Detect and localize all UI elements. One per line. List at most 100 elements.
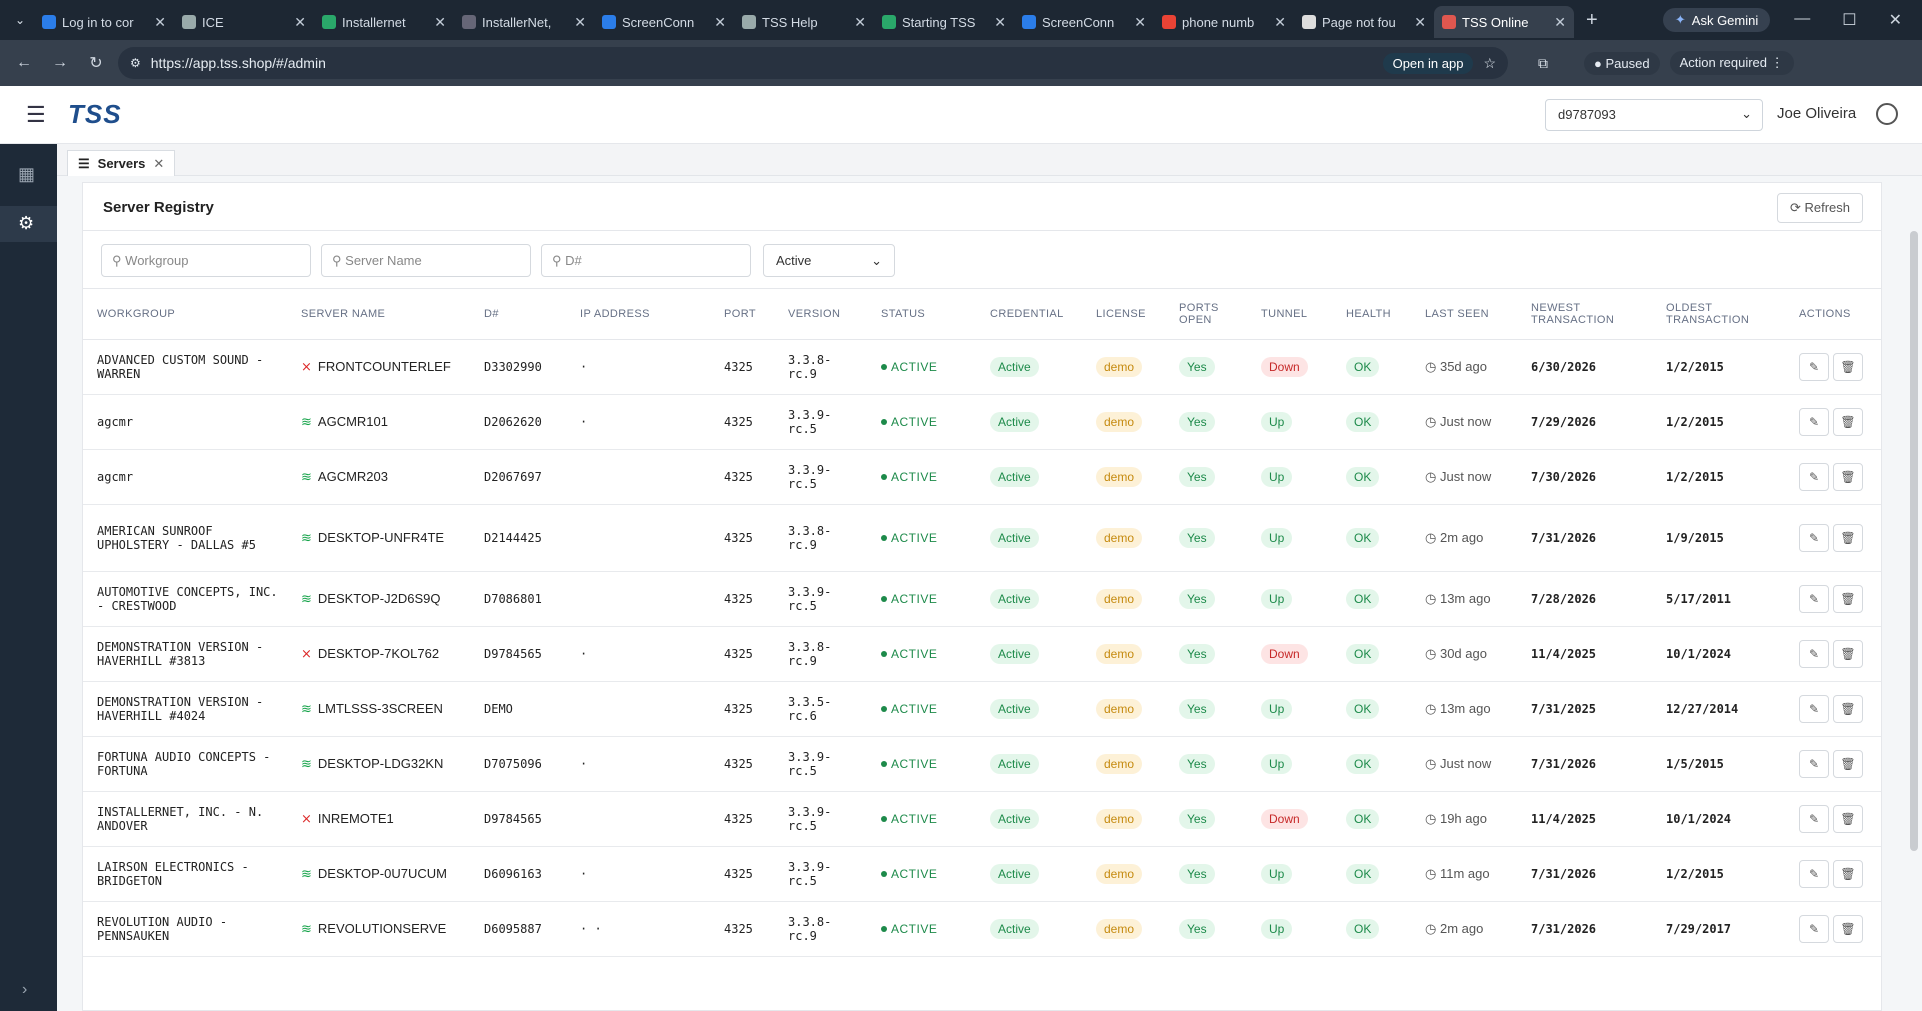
- close-window-icon[interactable]: ✕: [1889, 10, 1902, 30]
- edit-icon[interactable]: ✎: [1799, 584, 1829, 613]
- column-header[interactable]: Oldest Transaction: [1652, 289, 1785, 340]
- column-header[interactable]: Status: [867, 289, 976, 340]
- expand-sidebar-icon[interactable]: ›: [22, 981, 27, 999]
- column-header[interactable]: IP Address: [566, 289, 710, 340]
- table-row[interactable]: FORTUNA AUDIO CONCEPTS - FORTUNA ≋ DESKTOP…: [83, 736, 1881, 792]
- table-row[interactable]: AUTOMOTIVE CONCEPTS, INC. - CRESTWOOD ≋ DE…: [83, 571, 1881, 627]
- close-tab-icon[interactable]: ✕: [294, 14, 306, 31]
- workgroup-select[interactable]: d9787093 ⌄: [1545, 99, 1763, 131]
- maximize-icon[interactable]: ☐: [1842, 10, 1856, 30]
- close-tab-icon[interactable]: ✕: [994, 14, 1006, 31]
- table-row[interactable]: DEMONSTRATION VERSION - HAVERHILL #4024 ≋…: [83, 681, 1881, 737]
- address-bar[interactable]: ⚙ https://app.tss.shop/#/admin Open in a…: [118, 47, 1508, 79]
- column-header[interactable]: Port: [710, 289, 774, 340]
- column-header[interactable]: Credential: [976, 289, 1082, 340]
- delete-icon[interactable]: 🗑: [1833, 749, 1863, 778]
- extensions-icon[interactable]: ⧉: [1538, 55, 1548, 72]
- action-required-button[interactable]: Action required ⋮: [1669, 51, 1794, 75]
- edit-icon[interactable]: ✎: [1799, 462, 1829, 491]
- edit-icon[interactable]: ✎: [1799, 804, 1829, 833]
- column-header[interactable]: Health: [1332, 289, 1411, 340]
- profile-paused-button[interactable]: ● Paused: [1584, 51, 1660, 75]
- browser-tab[interactable]: phone numb ✕: [1154, 6, 1294, 38]
- column-header[interactable]: Last Seen: [1411, 289, 1517, 340]
- edit-icon[interactable]: ✎: [1799, 407, 1829, 436]
- delete-icon[interactable]: 🗑: [1833, 523, 1863, 552]
- browser-tab[interactable]: Page not fou ✕: [1294, 6, 1434, 38]
- tab-servers[interactable]: ☰ Servers ✕: [67, 150, 176, 176]
- table-row[interactable]: INSTALLERNET, INC. - N. ANDOVER ⨯ INREMOTE…: [83, 791, 1881, 847]
- url-text[interactable]: https://app.tss.shop/#/admin: [151, 55, 1373, 71]
- refresh-button[interactable]: ⟳ Refresh: [1776, 193, 1863, 223]
- column-header[interactable]: Actions: [1785, 289, 1881, 340]
- browser-tab[interactable]: TSS Online ✕: [1434, 6, 1574, 38]
- forward-icon[interactable]: →: [48, 54, 72, 72]
- column-header[interactable]: Server Name: [287, 289, 470, 340]
- column-header[interactable]: D#: [470, 289, 566, 340]
- browser-tab[interactable]: Log in to cor ✕: [34, 6, 174, 38]
- user-account-icon[interactable]: [1876, 103, 1898, 125]
- page-scrollbar[interactable]: [1910, 231, 1918, 851]
- delete-icon[interactable]: 🗑: [1833, 694, 1863, 723]
- close-tab-icon[interactable]: ✕: [154, 14, 166, 31]
- dnum-filter-input[interactable]: ⚲ D#: [541, 244, 751, 277]
- column-header[interactable]: Tunnel: [1247, 289, 1332, 340]
- browser-tab[interactable]: Starting TSS ✕: [874, 6, 1014, 38]
- table-row[interactable]: agcmr ≋ AGCMR203 D2067697 4325 3.3.9-rc.5 ACTI…: [83, 449, 1881, 505]
- edit-icon[interactable]: ✎: [1799, 523, 1829, 552]
- table-row[interactable]: DEMONSTRATION VERSION - HAVERHILL #3813 ⨯…: [83, 626, 1881, 682]
- close-tab-icon[interactable]: ✕: [153, 156, 164, 172]
- settings-icon[interactable]: ⚙: [0, 206, 57, 242]
- bookmark-star-icon[interactable]: ☆: [1483, 55, 1496, 72]
- delete-icon[interactable]: 🗑: [1833, 859, 1863, 888]
- edit-icon[interactable]: ✎: [1799, 749, 1829, 778]
- column-header[interactable]: Version: [774, 289, 867, 340]
- browser-tab[interactable]: TSS Help ✕: [734, 6, 874, 38]
- new-tab-button[interactable]: +: [1586, 9, 1598, 32]
- column-header[interactable]: Workgroup: [83, 289, 287, 340]
- back-icon[interactable]: ←: [12, 54, 36, 72]
- close-tab-icon[interactable]: ✕: [854, 14, 866, 31]
- workgroup-filter-input[interactable]: ⚲ Workgroup: [101, 244, 311, 277]
- table-row[interactable]: AMERICAN SUNROOF UPHOLSTERY - DALLAS #5 ≋…: [83, 504, 1881, 572]
- status-filter-select[interactable]: Active ⌄: [763, 244, 895, 277]
- browser-tab[interactable]: ScreenConn ✕: [594, 6, 734, 38]
- delete-icon[interactable]: 🗑: [1833, 352, 1863, 381]
- reload-icon[interactable]: ↻: [84, 53, 108, 73]
- tab-search-icon[interactable]: ⌄: [6, 13, 34, 27]
- table-row[interactable]: agcmr ≋ AGCMR101 D2062620 · 4325 3.3.9-rc.5 ACT…: [83, 394, 1881, 450]
- close-tab-icon[interactable]: ✕: [1554, 14, 1566, 31]
- column-header[interactable]: Ports Open: [1165, 289, 1247, 340]
- close-tab-icon[interactable]: ✕: [714, 14, 726, 31]
- site-info-icon[interactable]: ⚙: [130, 56, 141, 70]
- delete-icon[interactable]: 🗑: [1833, 639, 1863, 668]
- ask-gemini-button[interactable]: ✦ Ask Gemini: [1662, 8, 1771, 32]
- close-tab-icon[interactable]: ✕: [434, 14, 446, 31]
- edit-icon[interactable]: ✎: [1799, 639, 1829, 668]
- open-in-app-button[interactable]: Open in app: [1382, 52, 1474, 74]
- browser-tab[interactable]: InstallerNet, ✕: [454, 6, 594, 38]
- browser-tab[interactable]: ScreenConn ✕: [1014, 6, 1154, 38]
- close-tab-icon[interactable]: ✕: [1274, 14, 1286, 31]
- delete-icon[interactable]: 🗑: [1833, 584, 1863, 613]
- delete-icon[interactable]: 🗑: [1833, 914, 1863, 943]
- server-name-filter-input[interactable]: ⚲ Server Name: [321, 244, 531, 277]
- delete-icon[interactable]: 🗑: [1833, 462, 1863, 491]
- edit-icon[interactable]: ✎: [1799, 859, 1829, 888]
- dashboard-icon[interactable]: ▦: [18, 164, 35, 185]
- table-row[interactable]: LAIRSON ELECTRONICS - BRIDGETON ≋ DESKTOP-…: [83, 846, 1881, 902]
- edit-icon[interactable]: ✎: [1799, 352, 1829, 381]
- delete-icon[interactable]: 🗑: [1833, 407, 1863, 436]
- browser-tab[interactable]: Installernet ✕: [314, 6, 454, 38]
- edit-icon[interactable]: ✎: [1799, 914, 1829, 943]
- table-row[interactable]: ADVANCED CUSTOM SOUND - WARREN ⨯ FRONTCOUN…: [83, 339, 1881, 395]
- column-header[interactable]: License: [1082, 289, 1165, 340]
- table-row[interactable]: REVOLUTION AUDIO - PENNSAUKEN ≋ REVOLUTION…: [83, 901, 1881, 957]
- column-header[interactable]: Newest Transaction: [1517, 289, 1652, 340]
- minimize-icon[interactable]: —: [1794, 10, 1810, 30]
- delete-icon[interactable]: 🗑: [1833, 804, 1863, 833]
- close-tab-icon[interactable]: ✕: [1414, 14, 1426, 31]
- browser-tab[interactable]: ICE ✕: [174, 6, 314, 38]
- edit-icon[interactable]: ✎: [1799, 694, 1829, 723]
- menu-icon[interactable]: ☰: [26, 102, 46, 128]
